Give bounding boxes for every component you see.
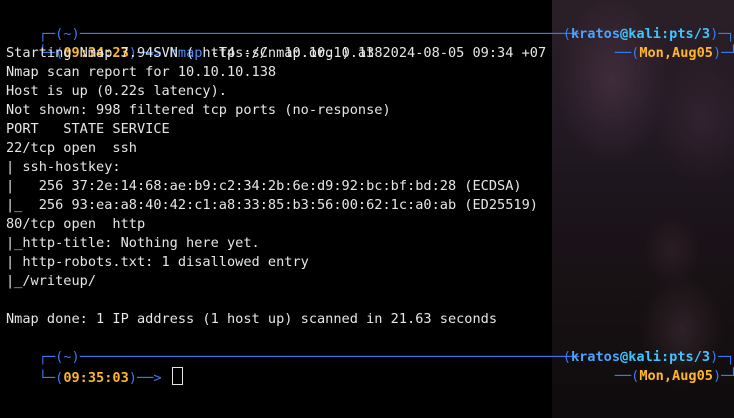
output-line: |_ 256 93:ea:a8:40:42:c1:a8:33:85:b3:56:… bbox=[6, 197, 538, 213]
prompt-1-date: ──(Mon,Aug05)─┘ bbox=[614, 45, 734, 61]
text-cursor[interactable] bbox=[171, 367, 183, 385]
output-line: |_/writeup/ bbox=[6, 273, 97, 289]
output-line: |_http-title: Nothing here yet. bbox=[6, 235, 260, 251]
output-line: | http-robots.txt: 1 disallowed entry bbox=[6, 254, 317, 270]
prompt-2-time: 09:35:03 bbox=[63, 370, 129, 386]
terminal-window[interactable]: ┌─(~)───────────────────────────────────… bbox=[0, 0, 734, 418]
output-line: 80/tcp open http bbox=[6, 216, 146, 232]
output-line: Starting Nmap 7.94SVN ( https://nmap.org… bbox=[6, 45, 547, 61]
prompt-2-date: ──(Mon,Aug05)─┘ bbox=[614, 368, 734, 384]
prompt-2-command-line[interactable]: └─(09:35:03)──> bbox=[6, 348, 183, 386]
output-line: Host is up (0.22s latency). bbox=[6, 83, 227, 99]
prompt-1-user-host: (kratos@kali:pts/3)─┐ bbox=[562, 26, 734, 42]
output-line: 22/tcp open ssh bbox=[6, 140, 137, 156]
output-line: Not shown: 998 filtered tcp ports (no-re… bbox=[6, 102, 391, 118]
prompt-1-command-line: └─(09:34:23)──> nmap -T4 -sC 10.10.10.13… bbox=[38, 45, 383, 61]
output-line: PORT STATE SERVICE bbox=[6, 121, 170, 137]
prompt-1-top-line: ┌─(~)───────────────────────────────────… bbox=[38, 26, 579, 42]
output-line: Nmap done: 1 IP address (1 host up) scan… bbox=[6, 311, 498, 327]
output-line: | ssh-hostkey: bbox=[6, 159, 129, 175]
output-line: Nmap scan report for 10.10.10.138 bbox=[6, 64, 277, 80]
output-line: | 256 37:2e:14:68:ae:b9:c2:34:2b:6e:d9:9… bbox=[6, 178, 522, 194]
prompt-2-user-host: (kratos@kali:pts/3)─┐ bbox=[562, 349, 734, 365]
prompt-2-top-line: ┌─(~)───────────────────────────────────… bbox=[38, 349, 579, 365]
